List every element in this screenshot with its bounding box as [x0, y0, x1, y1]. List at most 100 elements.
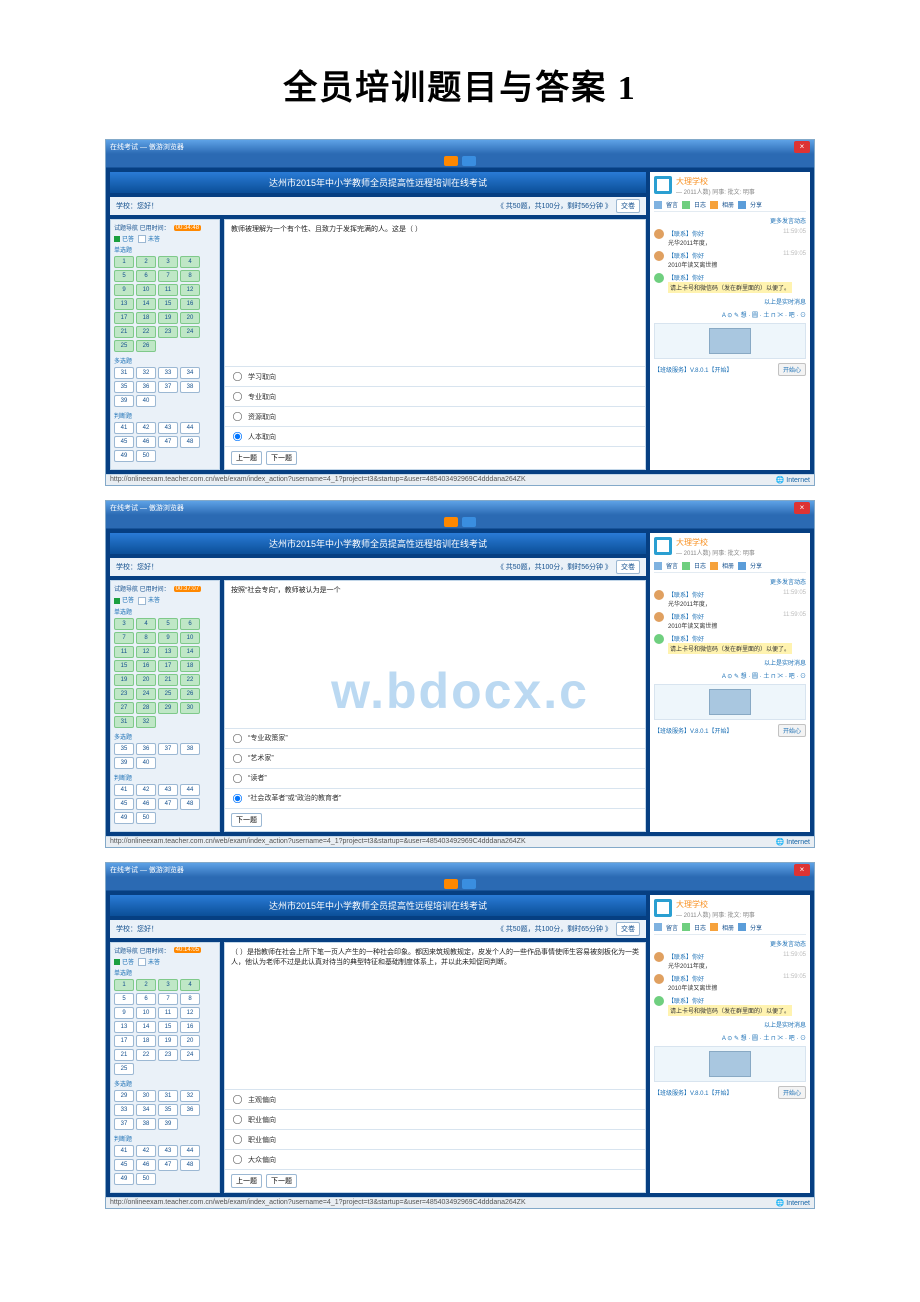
question-cell[interactable]: 49 — [114, 450, 134, 462]
question-cell[interactable]: 2 — [136, 979, 156, 991]
question-cell[interactable]: 25 — [114, 1063, 134, 1075]
question-cell[interactable]: 36 — [136, 381, 156, 393]
next-button[interactable]: 下一题 — [231, 813, 262, 827]
question-cell[interactable]: 15 — [114, 660, 134, 672]
question-cell[interactable]: 6 — [136, 270, 156, 282]
answer-option[interactable]: “读者” — [225, 768, 645, 788]
question-cell[interactable]: 13 — [114, 298, 134, 310]
question-cell[interactable]: 44 — [180, 422, 200, 434]
question-cell[interactable]: 3 — [114, 618, 134, 630]
option-radio[interactable] — [233, 412, 242, 421]
question-cell[interactable]: 21 — [158, 674, 178, 686]
question-cell[interactable]: 43 — [158, 1145, 178, 1157]
question-cell[interactable]: 50 — [136, 812, 156, 824]
question-cell[interactable]: 6 — [180, 618, 200, 630]
question-cell[interactable]: 48 — [180, 436, 200, 448]
side-more-link[interactable]: 更多发言动态 — [654, 216, 806, 225]
side-tab[interactable]: 分享 — [750, 923, 762, 932]
question-cell[interactable]: 35 — [114, 381, 134, 393]
feed-more[interactable]: 以上是实时消息 — [654, 658, 806, 667]
win-pill[interactable] — [462, 879, 476, 889]
win-pill[interactable] — [444, 517, 458, 527]
question-cell[interactable]: 6 — [136, 993, 156, 1005]
question-cell[interactable]: 19 — [114, 674, 134, 686]
question-cell[interactable]: 33 — [158, 367, 178, 379]
question-cell[interactable]: 50 — [136, 1173, 156, 1185]
question-cell[interactable]: 38 — [180, 381, 200, 393]
answer-option[interactable]: 职业偏向 — [225, 1129, 645, 1149]
question-cell[interactable]: 31 — [114, 716, 134, 728]
side-tab[interactable]: 留言 — [666, 561, 678, 570]
question-cell[interactable]: 45 — [114, 436, 134, 448]
question-cell[interactable]: 8 — [136, 632, 156, 644]
answer-option[interactable]: 学习取向 — [225, 366, 645, 386]
question-cell[interactable]: 18 — [180, 660, 200, 672]
question-cell[interactable]: 1 — [114, 256, 134, 268]
question-cell[interactable]: 16 — [180, 298, 200, 310]
question-cell[interactable]: 46 — [136, 1159, 156, 1171]
question-cell[interactable]: 49 — [114, 1173, 134, 1185]
question-cell[interactable]: 47 — [158, 1159, 178, 1171]
question-cell[interactable]: 12 — [136, 646, 156, 658]
question-cell[interactable]: 14 — [136, 298, 156, 310]
question-cell[interactable]: 44 — [180, 784, 200, 796]
question-cell[interactable]: 22 — [136, 1049, 156, 1061]
question-cell[interactable]: 10 — [180, 632, 200, 644]
next-button[interactable]: 下一题 — [266, 451, 297, 465]
question-cell[interactable]: 25 — [158, 688, 178, 700]
question-cell[interactable]: 11 — [158, 1007, 178, 1019]
submit-button[interactable]: 交卷 — [616, 560, 640, 574]
question-cell[interactable]: 39 — [114, 757, 134, 769]
question-cell[interactable]: 31 — [114, 367, 134, 379]
question-cell[interactable]: 14 — [180, 646, 200, 658]
option-radio[interactable] — [233, 432, 242, 441]
side-footer-button[interactable]: 开始心 — [778, 1086, 806, 1099]
side-tab[interactable]: 分享 — [750, 561, 762, 570]
question-cell[interactable]: 22 — [180, 674, 200, 686]
question-cell[interactable]: 29 — [158, 702, 178, 714]
question-cell[interactable]: 32 — [136, 367, 156, 379]
side-tab[interactable]: 日志 — [694, 200, 706, 209]
question-cell[interactable]: 24 — [180, 1049, 200, 1061]
side-more-link[interactable]: 更多发言动态 — [654, 939, 806, 948]
question-cell[interactable]: 11 — [114, 646, 134, 658]
question-cell[interactable]: 4 — [180, 979, 200, 991]
question-cell[interactable]: 4 — [180, 256, 200, 268]
question-cell[interactable]: 24 — [180, 326, 200, 338]
question-cell[interactable]: 10 — [136, 284, 156, 296]
question-cell[interactable]: 45 — [114, 1159, 134, 1171]
question-cell[interactable]: 13 — [114, 1021, 134, 1033]
question-cell[interactable]: 49 — [114, 812, 134, 824]
question-cell[interactable]: 47 — [158, 798, 178, 810]
question-cell[interactable]: 26 — [136, 340, 156, 352]
question-cell[interactable]: 42 — [136, 1145, 156, 1157]
answer-option[interactable]: “艺术家” — [225, 748, 645, 768]
question-cell[interactable]: 33 — [114, 1104, 134, 1116]
submit-button[interactable]: 交卷 — [616, 922, 640, 936]
option-radio[interactable] — [233, 1115, 242, 1124]
question-cell[interactable]: 35 — [114, 743, 134, 755]
question-cell[interactable]: 7 — [114, 632, 134, 644]
thumbnail[interactable] — [709, 1051, 751, 1077]
question-cell[interactable]: 23 — [114, 688, 134, 700]
question-cell[interactable]: 46 — [136, 436, 156, 448]
next-button[interactable]: 下一题 — [266, 1174, 297, 1188]
question-cell[interactable]: 9 — [158, 632, 178, 644]
question-cell[interactable]: 18 — [136, 312, 156, 324]
question-cell[interactable]: 16 — [136, 660, 156, 672]
question-cell[interactable]: 12 — [180, 1007, 200, 1019]
question-cell[interactable]: 14 — [136, 1021, 156, 1033]
question-cell[interactable]: 5 — [158, 618, 178, 630]
question-cell[interactable]: 27 — [114, 702, 134, 714]
option-radio[interactable] — [233, 1135, 242, 1144]
question-cell[interactable]: 12 — [180, 284, 200, 296]
side-tab[interactable]: 分享 — [750, 200, 762, 209]
question-cell[interactable]: 1 — [114, 979, 134, 991]
question-cell[interactable]: 9 — [114, 1007, 134, 1019]
side-tab[interactable]: 日志 — [694, 561, 706, 570]
question-cell[interactable]: 39 — [114, 395, 134, 407]
answer-option[interactable]: 人本取向 — [225, 426, 645, 446]
question-cell[interactable]: 28 — [136, 702, 156, 714]
answer-option[interactable]: 职业偏向 — [225, 1109, 645, 1129]
question-cell[interactable]: 48 — [180, 798, 200, 810]
